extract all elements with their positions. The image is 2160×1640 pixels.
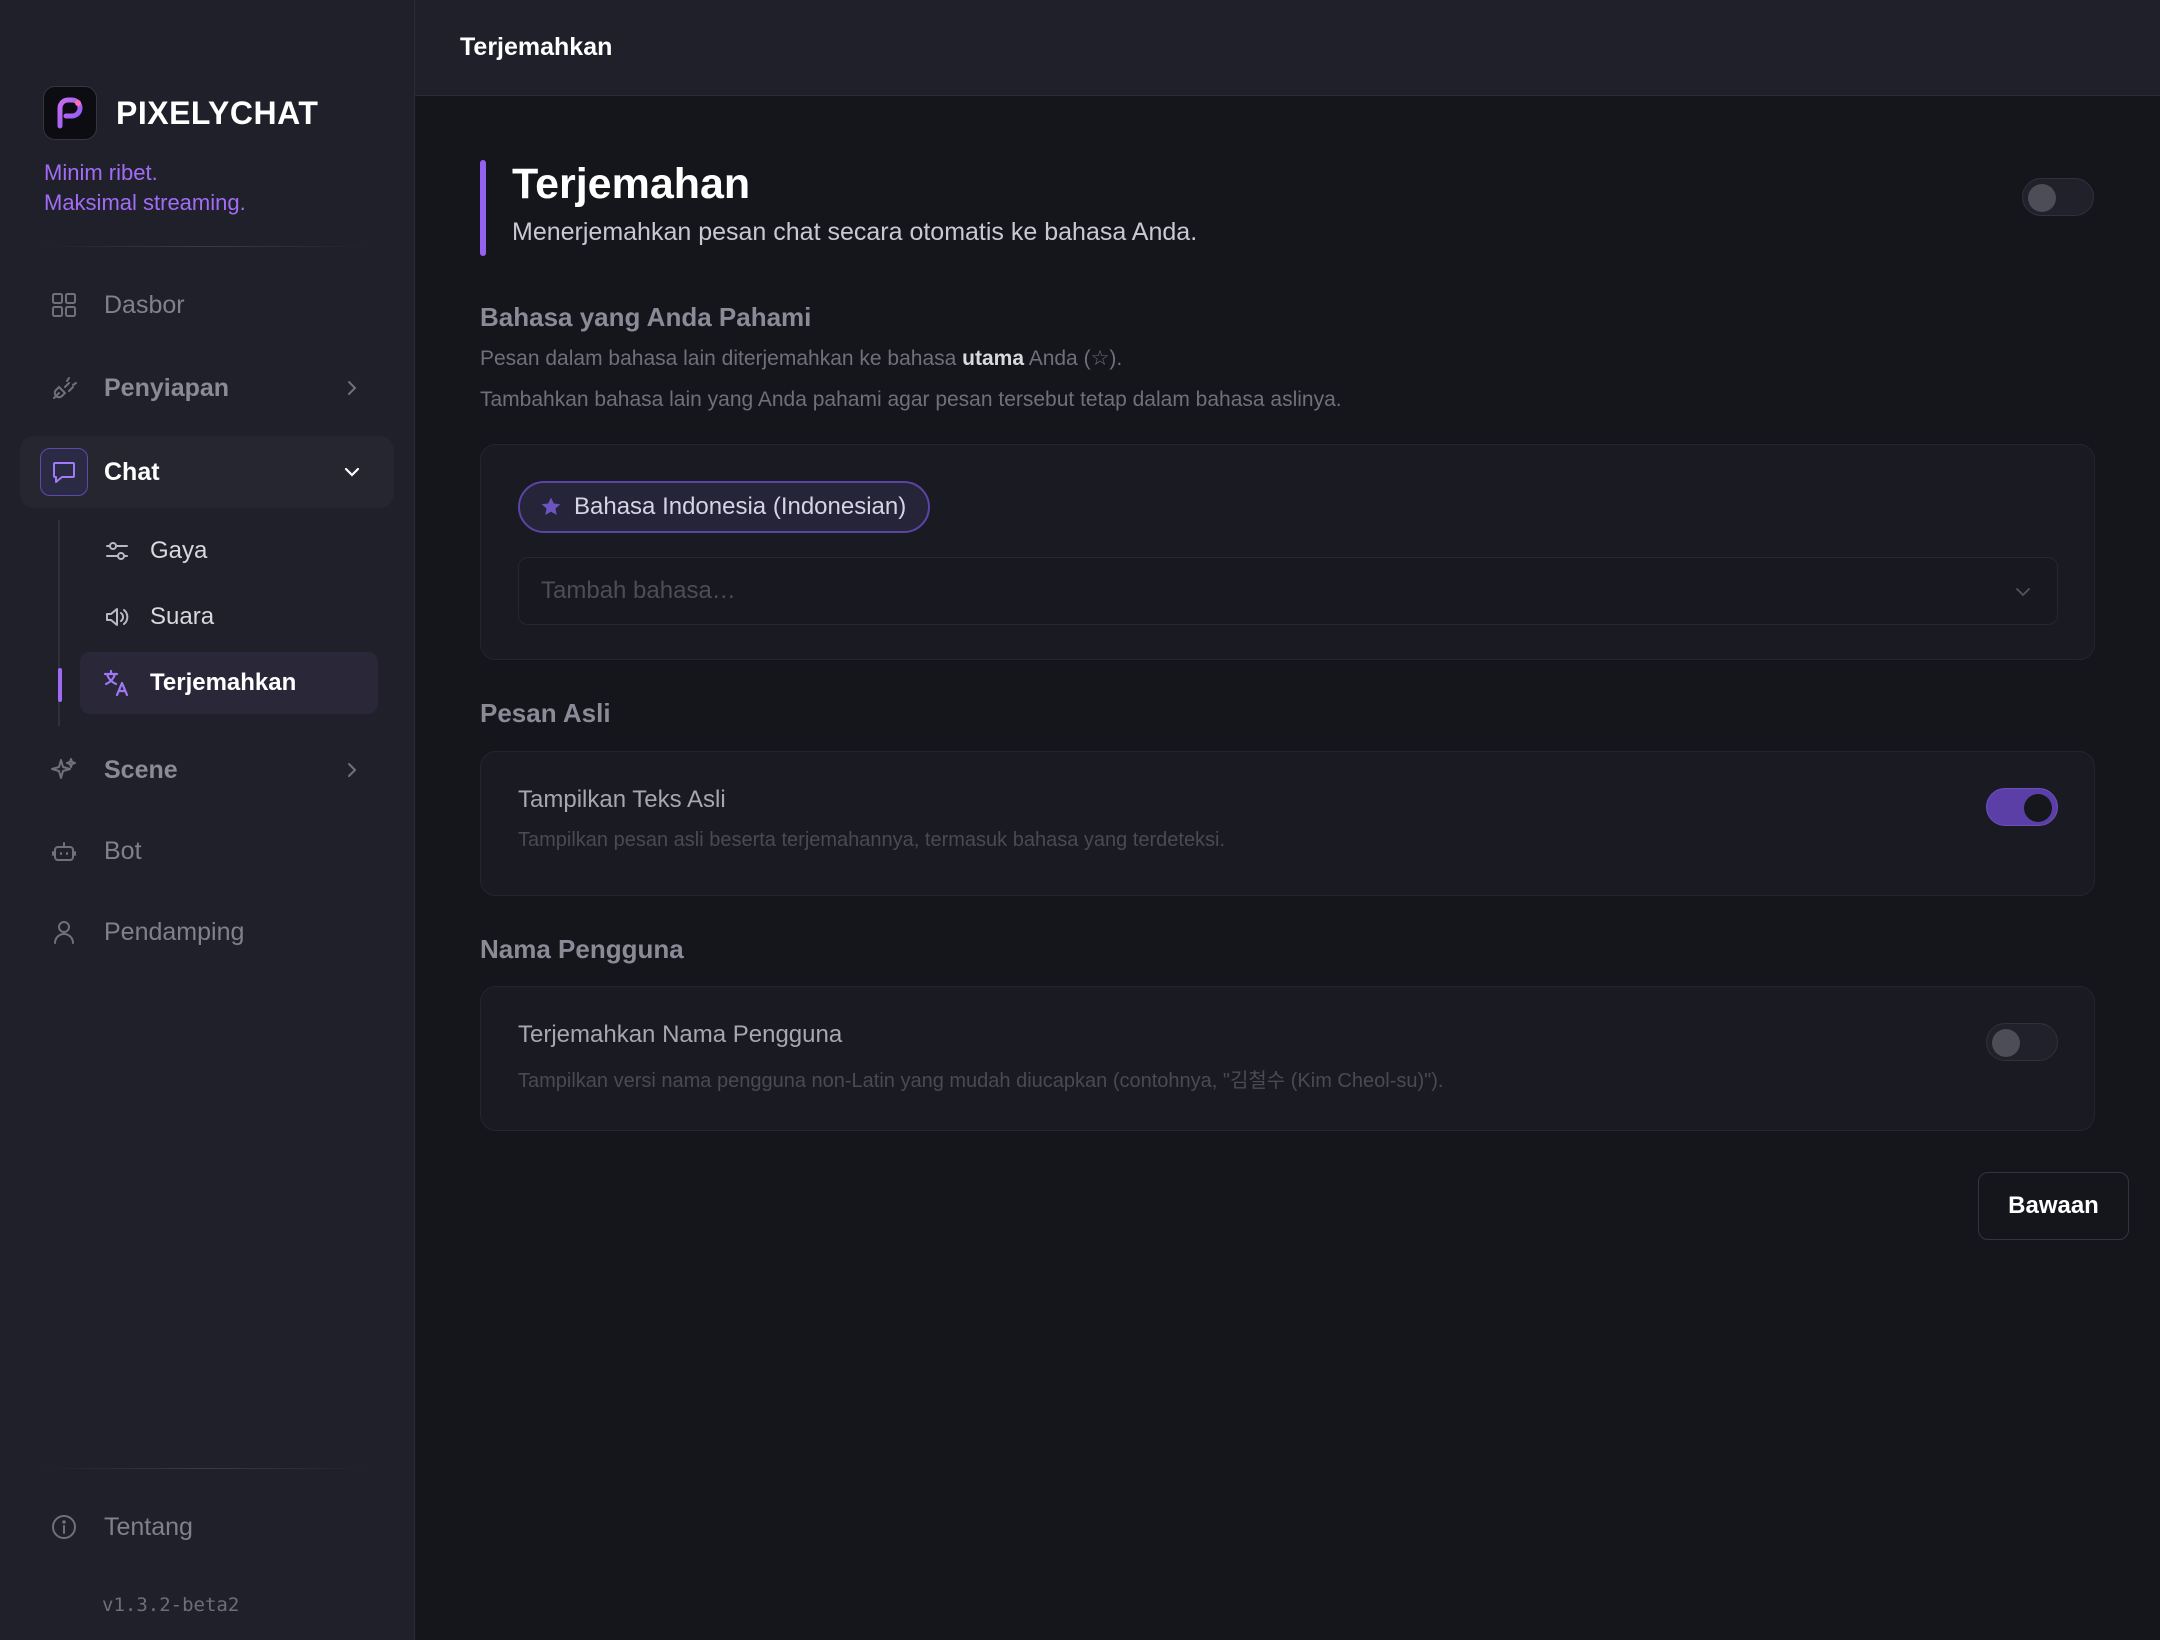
languages-description-1: Pesan dalam bahasa lain diterjemahkan ke… xyxy=(480,346,1122,371)
brand[interactable]: PIXELYCHAT xyxy=(43,86,318,140)
sidebar-subitem-label: Suara xyxy=(150,603,215,630)
languages-description-2: Tambahkan bahasa lain yang Anda pahami a… xyxy=(480,388,1342,411)
sidebar-item-chat[interactable]: Chat xyxy=(20,436,394,508)
sidebar-item-label: Bot xyxy=(104,836,142,865)
sidebar-item-label: Dasbor xyxy=(104,290,185,319)
speaker-icon xyxy=(102,602,132,632)
plug-icon xyxy=(48,372,80,404)
sidebar-item-label: Chat xyxy=(104,457,160,486)
toggle-knob xyxy=(2028,184,2056,212)
sidebar-subitem-label: Terjemahkan xyxy=(150,669,297,696)
desc-emphasis: utama xyxy=(962,347,1025,370)
brand-name: PIXELYCHAT xyxy=(116,94,319,131)
page-description: Menerjemahkan pesan chat secara otomatis… xyxy=(512,218,1198,246)
option-title: Terjemahkan Nama Pengguna xyxy=(518,1021,843,1048)
sidebar-item-dasbor[interactable]: Dasbor xyxy=(20,269,394,341)
toggle-knob xyxy=(2024,794,2052,822)
sparkles-icon xyxy=(48,754,80,786)
sidebar-item-scene[interactable]: Scene xyxy=(20,734,394,806)
option-title: Tampilkan Teks Asli xyxy=(518,786,726,813)
active-indicator xyxy=(58,668,62,702)
option-description: Tampilkan versi nama pengguna non-Latin … xyxy=(518,1070,1444,1092)
primary-language-label: Bahasa Indonesia (Indonesian) xyxy=(574,493,907,520)
section-title-username: Nama Pengguna xyxy=(480,934,684,964)
chevron-right-icon xyxy=(340,758,364,782)
sidebar-item-label: Penyiapan xyxy=(104,373,230,402)
pixelychat-logo-icon xyxy=(43,86,97,140)
reset-default-button[interactable]: Bawaan xyxy=(1978,1172,2129,1240)
add-language-select[interactable]: Tambah bahasa… xyxy=(518,557,2058,625)
add-language-placeholder: Tambah bahasa… xyxy=(541,577,736,604)
sidebar-item-penyiapan[interactable]: Penyiapan xyxy=(20,352,394,424)
chevron-down-icon xyxy=(2011,580,2035,604)
sidebar-item-bot[interactable]: Bot xyxy=(20,815,394,887)
brand-tagline: Minim ribet. Maksimal streaming. xyxy=(44,158,246,218)
tagline-line-1: Minim ribet. xyxy=(44,160,158,185)
grid-icon xyxy=(48,289,80,321)
chat-bubble-icon xyxy=(40,448,88,496)
translation-enable-toggle[interactable] xyxy=(2022,178,2094,216)
sidebar-divider-bottom xyxy=(40,1468,370,1469)
desc-text: Pesan dalam bahasa lain diterjemahkan ke… xyxy=(480,347,963,370)
sliders-icon xyxy=(102,536,132,566)
sidebar-subitem-label: Gaya xyxy=(150,537,208,564)
sidebar-item-label: Scene xyxy=(104,755,178,784)
section-title-original: Pesan Asli xyxy=(480,698,611,728)
star-icon xyxy=(540,496,562,518)
tagline-line-2: Maksimal streaming. xyxy=(44,190,246,215)
app-version: v1.3.2-beta2 xyxy=(102,1594,240,1616)
chevron-down-icon xyxy=(340,460,364,484)
info-icon xyxy=(48,1511,80,1543)
sidebar-item-label: Pendamping xyxy=(104,917,245,946)
primary-language-chip[interactable]: Bahasa Indonesia (Indonesian) xyxy=(518,481,931,533)
option-description: Tampilkan pesan asli beserta terjemahann… xyxy=(518,829,1226,851)
original-message-card: Tampilkan Teks Asli Tampilkan pesan asli… xyxy=(480,751,2095,896)
sidebar-item-pendamping[interactable]: Pendamping xyxy=(20,896,394,968)
sidebar-divider-top xyxy=(40,246,370,247)
accent-bar xyxy=(480,160,486,256)
chevron-right-icon xyxy=(340,376,364,400)
sidebar-subitem-suara[interactable]: Suara xyxy=(80,586,378,648)
sidebar-subitem-terjemahkan[interactable]: Terjemahkan xyxy=(80,652,378,714)
topbar: Terjemahkan xyxy=(415,0,2160,96)
toggle-knob xyxy=(1992,1029,2020,1057)
languages-card: Bahasa Indonesia (Indonesian) Tambah bah… xyxy=(480,444,2095,660)
main-panel: Terjemahkan Terjemahan Menerjemahkan pes… xyxy=(415,0,2160,1640)
translate-icon xyxy=(102,668,132,698)
topbar-title: Terjemahkan xyxy=(460,33,613,61)
page-title: Terjemahan xyxy=(512,160,751,208)
section-title-languages: Bahasa yang Anda Pahami xyxy=(480,302,812,332)
show-original-toggle[interactable] xyxy=(1986,788,2058,826)
app-window: PIXELYCHAT Minim ribet. Maksimal streami… xyxy=(0,0,2160,1640)
sidebar-subitem-gaya[interactable]: Gaya xyxy=(80,520,378,582)
sidebar-item-label: Tentang xyxy=(104,1512,193,1541)
username-card: Terjemahkan Nama Pengguna Tampilkan vers… xyxy=(480,986,2095,1131)
translate-username-toggle[interactable] xyxy=(1986,1023,2058,1061)
sidebar: PIXELYCHAT Minim ribet. Maksimal streami… xyxy=(0,0,415,1640)
robot-icon xyxy=(48,835,80,867)
sidebar-item-tentang[interactable]: Tentang xyxy=(20,1491,394,1563)
desc-text: Anda (☆). xyxy=(1024,347,1123,370)
user-icon xyxy=(48,916,80,948)
page-header: Terjemahan Menerjemahkan pesan chat seca… xyxy=(480,160,2095,256)
